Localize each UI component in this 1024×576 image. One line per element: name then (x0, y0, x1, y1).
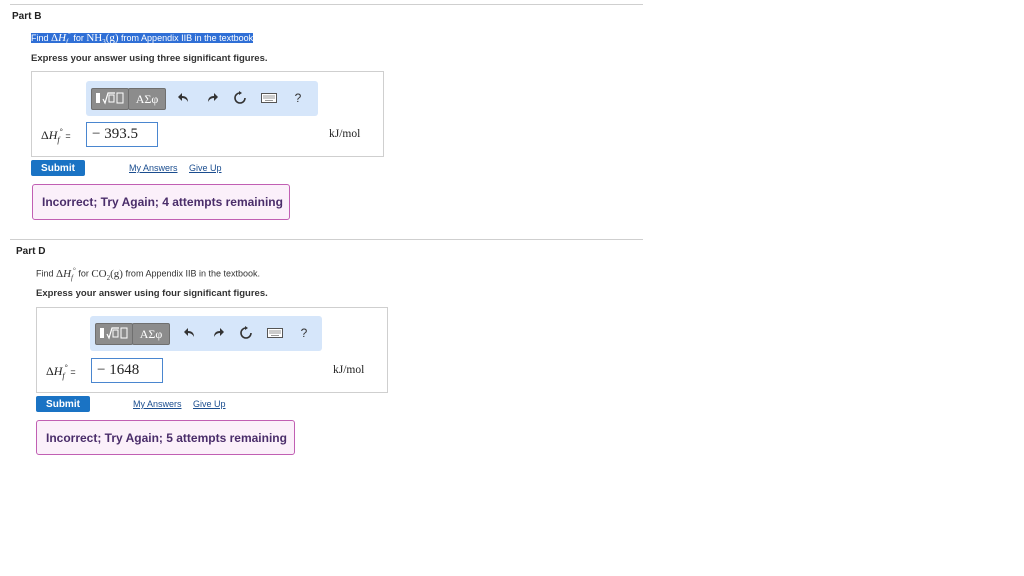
part-b-give-up-link[interactable]: Give Up (189, 163, 222, 173)
redo-icon (214, 328, 224, 337)
reset-icon (240, 326, 252, 339)
templates-icon (99, 326, 129, 343)
part-b-lhs-label: ΔHf° = (41, 127, 71, 145)
part-d-answer-box: ΑΣφ ? ΔHf° = − 1648 kJ/mol (36, 307, 388, 393)
part-b-toolbar: ΑΣφ ? (86, 81, 318, 116)
part-b-unit: kJ/mol (329, 128, 361, 140)
templates-button[interactable] (91, 88, 129, 110)
templates-icon (95, 91, 125, 108)
reset-button[interactable] (238, 325, 254, 341)
part-d-feedback: Incorrect; Try Again; 5 attempts remaini… (36, 420, 295, 455)
redo-button[interactable] (204, 90, 220, 106)
undo-icon (178, 93, 188, 102)
part-b-title: Part B (12, 11, 42, 22)
part-b-answer-input[interactable]: − 393.5 (86, 122, 158, 147)
part-b-instruction: Express your answer using three signific… (31, 53, 268, 64)
part-d-instruction: Express your answer using four significa… (36, 288, 268, 299)
part-d-submit-button[interactable]: Submit (36, 396, 90, 412)
part-d-title: Part D (16, 246, 46, 257)
keyboard-button[interactable] (266, 325, 284, 341)
redo-button[interactable] (210, 325, 226, 341)
middle-divider (10, 239, 643, 240)
part-b-question: Find ΔHf° for NH3(g) from Appendix IIB i… (31, 30, 254, 46)
redo-icon (208, 93, 218, 102)
reset-icon (234, 91, 246, 104)
part-d-lhs-label: ΔHf° = (46, 363, 76, 381)
undo-button[interactable] (176, 90, 192, 106)
part-b-answer-box: ΑΣφ ? ΔHf° = − 393.5 kJ/mol (31, 71, 384, 157)
help-button[interactable]: ? (290, 90, 306, 106)
greek-symbols-button[interactable]: ΑΣφ (128, 88, 166, 110)
part-d-give-up-link[interactable]: Give Up (193, 399, 226, 409)
part-b-submit-button[interactable]: Submit (31, 160, 85, 176)
reset-button[interactable] (232, 90, 248, 106)
part-d-question: Find ΔHf° for CO2(g) from Appendix IIB i… (36, 266, 261, 282)
undo-button[interactable] (182, 325, 198, 341)
part-d-unit: kJ/mol (333, 364, 365, 376)
help-button[interactable]: ? (296, 325, 312, 341)
part-b-feedback: Incorrect; Try Again; 4 attempts remaini… (32, 184, 290, 220)
greek-symbols-button[interactable]: ΑΣφ (132, 323, 170, 345)
templates-button[interactable] (95, 323, 133, 345)
top-divider (10, 4, 643, 5)
part-d-answer-input[interactable]: − 1648 (91, 358, 163, 383)
keyboard-icon (261, 93, 277, 103)
keyboard-button[interactable] (260, 90, 278, 106)
part-b-my-answers-link[interactable]: My Answers (129, 163, 178, 173)
undo-icon (184, 328, 194, 337)
part-d-toolbar: ΑΣφ ? (90, 316, 322, 351)
part-d-my-answers-link[interactable]: My Answers (133, 399, 182, 409)
keyboard-icon (267, 328, 283, 338)
